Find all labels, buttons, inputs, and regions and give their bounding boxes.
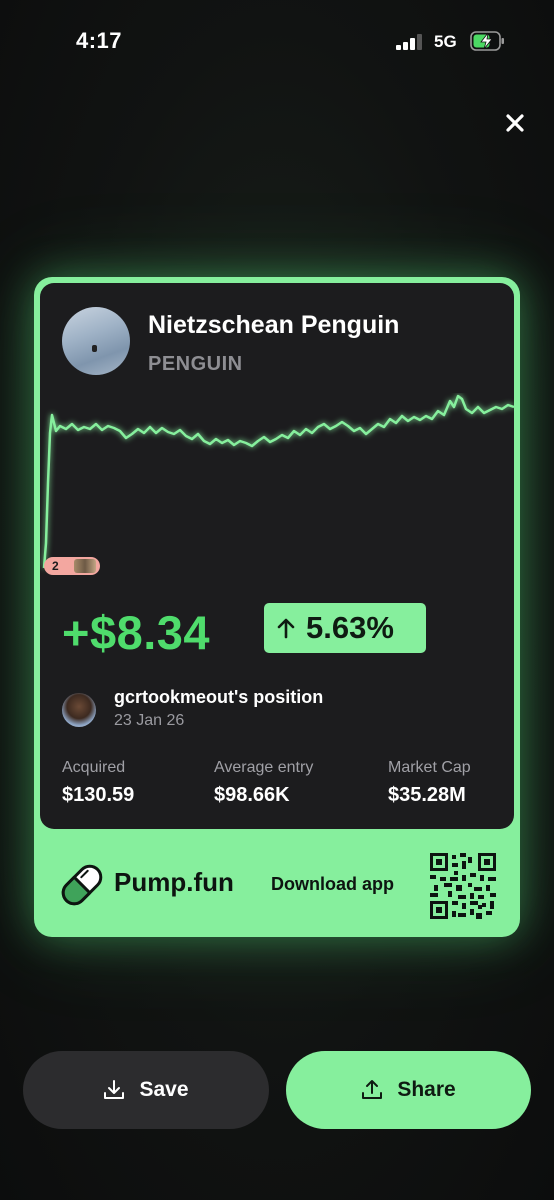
user-position-label: gcrtookmeout's position — [114, 687, 324, 707]
position-date: 23 Jan 26 — [114, 712, 185, 729]
brand-name: Pump.fun — [114, 867, 234, 897]
pnl-card: Nietzschean Penguin PENGUIN 2 +$8.34 5.6… — [34, 277, 520, 937]
battery-charging-icon — [470, 31, 504, 51]
card-footer: Pump.fun Download app — [34, 829, 520, 937]
pnl-percent: 5.63% — [306, 610, 394, 645]
card-content: Nietzschean Penguin PENGUIN 2 +$8.34 5.6… — [40, 283, 514, 829]
download-icon — [104, 1080, 125, 1099]
save-label: Save — [139, 1078, 189, 1101]
token-ticker: PENGUIN — [148, 353, 243, 375]
stat-acquired: Acquired $130.59 — [62, 759, 135, 806]
price-chart — [42, 394, 514, 569]
qr-code — [430, 853, 496, 919]
signal-icon — [396, 34, 426, 50]
price-line — [42, 394, 514, 569]
user-avatar — [62, 693, 96, 727]
save-button[interactable]: Save — [23, 1051, 269, 1129]
arrow-up-icon — [277, 618, 295, 639]
pill-logo-icon — [61, 864, 103, 906]
share-icon — [362, 1080, 383, 1099]
network-label: 5G — [434, 32, 457, 51]
share-button[interactable]: Share — [286, 1051, 531, 1129]
pnl-value: +$8.34 — [62, 606, 211, 659]
chart-position-marker: 2 — [44, 557, 100, 575]
stat-market-cap: Market Cap $35.28M — [388, 759, 471, 806]
status-time: 4:17 — [76, 28, 123, 53]
marker-thumbnail — [74, 559, 96, 573]
stat-average-entry: Average entry $98.66K — [214, 759, 314, 806]
pnl-percent-badge: 5.63% — [264, 603, 426, 653]
download-app-label: Download app — [271, 874, 394, 894]
token-name: Nietzschean Penguin — [148, 311, 400, 339]
share-label: Share — [397, 1078, 456, 1101]
close-icon[interactable] — [500, 108, 530, 138]
status-bar: 4:17 5G — [0, 0, 554, 80]
token-avatar — [62, 307, 130, 375]
